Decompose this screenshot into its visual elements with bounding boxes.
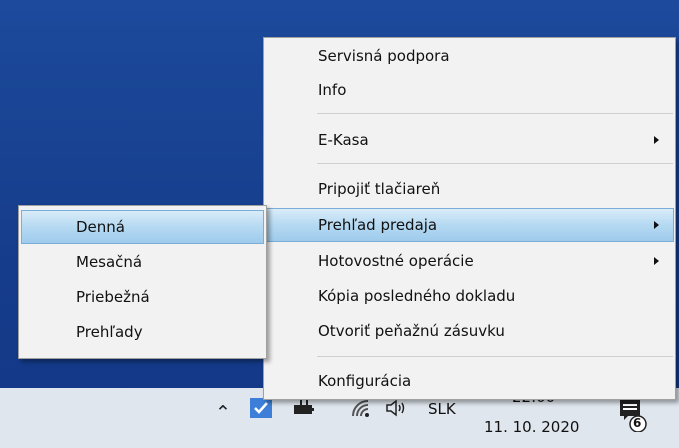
menu-item-hotovostne-operacie[interactable]: Hotovostné operácie: [265, 244, 674, 278]
menu-separator: [317, 356, 673, 357]
menu-separator: [317, 113, 673, 114]
app-tray-icon[interactable]: [250, 398, 272, 418]
language-indicator[interactable]: SLK: [428, 400, 456, 418]
submenu-item-prehlady[interactable]: Prehľady: [20, 315, 265, 349]
speaker-icon[interactable]: [385, 398, 407, 423]
context-menu: Servisná podpora Info E-Kasa Pripojiť tl…: [263, 37, 676, 400]
menu-item-kopia-posledneho-dokladu[interactable]: Kópia posledného dokladu: [265, 279, 674, 313]
menu-item-servisna-podpora[interactable]: Servisná podpora: [265, 39, 674, 73]
power-icon[interactable]: [292, 398, 316, 423]
menu-separator: [317, 163, 673, 164]
wifi-icon[interactable]: [350, 398, 372, 423]
submenu-arrow-icon: [654, 136, 659, 144]
menu-item-otvorit-peaznu-zasuvku[interactable]: Otvoriť peňažnú zásuvku: [265, 314, 674, 348]
menu-item-info[interactable]: Info: [265, 73, 674, 107]
submenu-prehlad-predaja: Denná Mesačná Priebežná Prehľady: [18, 205, 267, 359]
notification-badge: 6: [633, 416, 642, 430]
menu-item-konfiguracia[interactable]: Konfigurácia: [265, 364, 674, 398]
notification-icon[interactable]: 6: [618, 398, 648, 432]
submenu-arrow-icon: [654, 257, 659, 265]
menu-item-prehlad-predaja[interactable]: Prehľad predaja: [265, 208, 674, 242]
clock-date[interactable]: 11. 10. 2020: [484, 418, 579, 436]
submenu-arrow-icon: [654, 221, 659, 229]
chevron-up-icon[interactable]: ⌃: [215, 402, 231, 424]
menu-item-pripojit-tlaciaren[interactable]: Pripojiť tlačiareň: [265, 172, 674, 206]
submenu-item-priebezna[interactable]: Priebežná: [20, 280, 265, 314]
submenu-item-mesacna[interactable]: Mesačná: [20, 245, 265, 279]
submenu-item-denna[interactable]: Denná: [21, 210, 264, 244]
menu-item-e-kasa[interactable]: E-Kasa: [265, 123, 674, 157]
